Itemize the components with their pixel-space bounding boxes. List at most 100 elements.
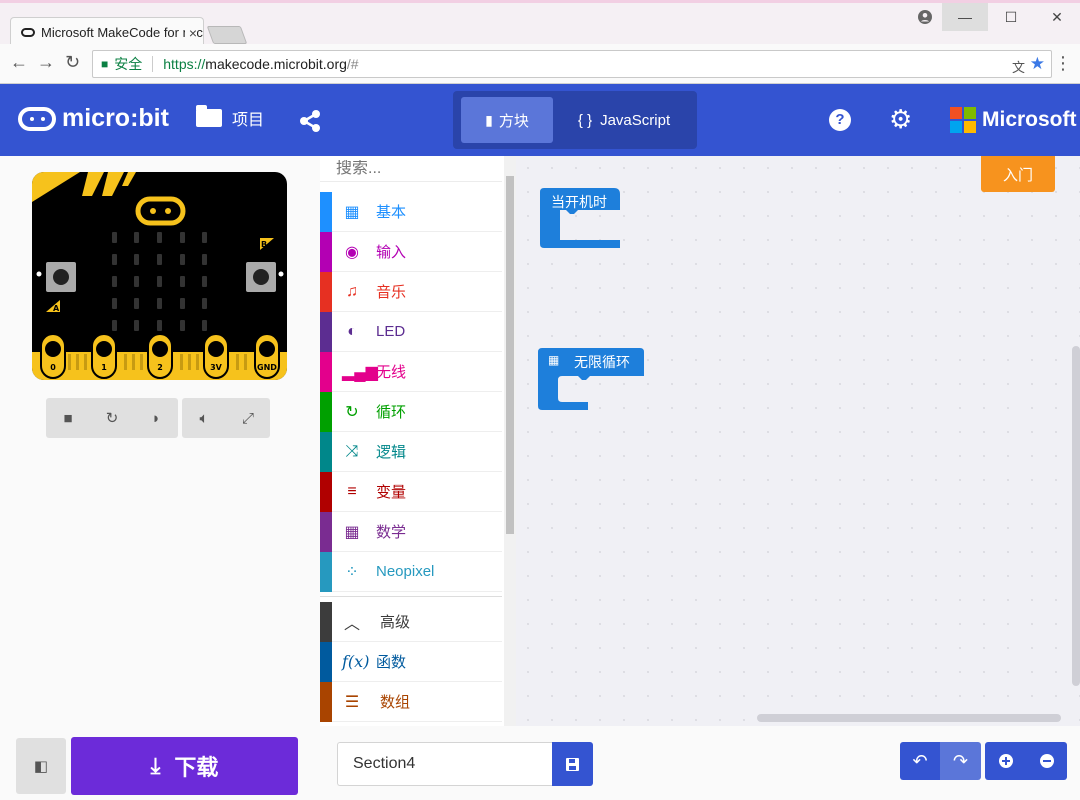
fullscreen-button[interactable]: ⤢ xyxy=(234,404,262,432)
on-start-block[interactable]: 当开机时 xyxy=(540,188,624,255)
tab-blocks[interactable]: ▮ 方块 xyxy=(461,97,553,143)
plus-circle-icon xyxy=(998,754,1013,768)
save-button[interactable] xyxy=(552,742,593,786)
dotted-ring-icon: ⁘ xyxy=(345,563,359,581)
microbit-logo[interactable]: micro:bit xyxy=(18,104,169,133)
category-basic[interactable]: ▦ 基本 xyxy=(320,192,502,232)
category-radio[interactable]: ▂▄▆ 无线 xyxy=(320,352,502,392)
microbit-board-drawing: A B 0 1 2 3V GND xyxy=(32,172,287,380)
browser-tab-title: Microsoft MakeCode for micro:bit xyxy=(41,25,203,40)
redo-button[interactable]: ↷ xyxy=(940,742,981,780)
refresh-icon: ↻ xyxy=(345,403,359,421)
minimize-button[interactable]: — xyxy=(942,3,988,31)
new-tab-button[interactable] xyxy=(206,26,248,44)
category-music[interactable]: ♫ 音乐 xyxy=(320,272,502,312)
category-logic[interactable]: ⤨ 逻辑 xyxy=(320,432,502,472)
restart-button[interactable]: ↻ xyxy=(98,404,126,432)
microbit-logo-icon xyxy=(18,106,56,131)
calculator-icon: ▦ xyxy=(344,523,360,541)
blocks-workspace[interactable]: 入门 当开机时 ▦ 无限循环 xyxy=(516,156,1080,726)
help-icon[interactable]: ? xyxy=(829,109,851,131)
search-input[interactable] xyxy=(320,159,516,178)
mute-button[interactable]: 🔈︎ xyxy=(190,404,218,432)
zoom-in-button[interactable] xyxy=(985,742,1026,780)
projects-label: 项目 xyxy=(232,112,265,129)
project-name-group xyxy=(337,742,593,786)
reload-icon[interactable]: ↻ xyxy=(65,52,80,73)
tab-javascript[interactable]: { } JavaScript xyxy=(559,97,689,143)
undo-button[interactable]: ↶ xyxy=(900,742,940,780)
editor-footer: ◧ ⤓ 下载 ↶ ↷ xyxy=(0,726,1080,800)
toolbox-scrollbar[interactable] xyxy=(504,156,516,726)
braces-icon: { } xyxy=(577,111,593,129)
editor-view-switch: ▮ 方块 { } JavaScript xyxy=(453,91,697,149)
browser-menu-icon[interactable]: ⋮ xyxy=(1054,53,1072,74)
puzzle-piece-icon: ▮ xyxy=(485,111,493,128)
toolbox-divider xyxy=(320,596,502,600)
download-button[interactable]: ⤓ 下载 xyxy=(71,737,298,795)
toolbox-scroll-thumb[interactable] xyxy=(506,176,514,534)
grid-icon: ▦ xyxy=(548,353,560,367)
snail-icon: ◗ xyxy=(151,409,161,427)
user-profile-icon[interactable] xyxy=(908,3,942,31)
url-host: makecode.microbit.org xyxy=(205,56,347,72)
zoom-out-button[interactable] xyxy=(1026,742,1067,780)
folder-icon xyxy=(196,105,222,127)
url-omnibox[interactable]: ■ 安全 https:// makecode.microbit.org /# 文… xyxy=(92,50,1052,78)
microsoft-squares-icon xyxy=(950,107,976,133)
window-controls: — ☐ ✕ xyxy=(908,3,1080,31)
category-input[interactable]: ◉ 输入 xyxy=(320,232,502,272)
share-icon[interactable] xyxy=(298,109,322,133)
numbered-list-icon: ☰ xyxy=(344,693,360,711)
category-led[interactable]: ◐ LED xyxy=(320,312,502,352)
tab-blocks-label: 方块 xyxy=(498,112,529,130)
category-variables[interactable]: ≡ 变量 xyxy=(320,472,502,512)
category-neopixel[interactable]: ⁘ Neopixel xyxy=(320,552,502,592)
bookmark-star-icon[interactable]: ★ xyxy=(1030,54,1045,74)
expand-icon: ⤢ xyxy=(241,409,254,427)
category-advanced[interactable]: ︿ 高级 xyxy=(320,602,502,642)
toggle-icon: ◐ xyxy=(347,322,357,340)
collapse-simulator-button[interactable]: ◧ xyxy=(16,738,66,794)
forever-block[interactable]: ▦ 无限循环 xyxy=(538,348,644,417)
button-b-label: B xyxy=(261,240,267,249)
back-arrow-icon[interactable]: ← xyxy=(10,52,28,73)
workspace-horizontal-scrollbar[interactable] xyxy=(757,714,1061,722)
forward-arrow-icon[interactable]: → xyxy=(37,52,55,73)
stop-button[interactable]: ■ xyxy=(54,404,82,432)
category-arrays[interactable]: ☰ 数组 xyxy=(320,682,502,722)
projects-button[interactable]: 项目 xyxy=(196,105,265,130)
category-loops[interactable]: ↻ 循环 xyxy=(320,392,502,432)
download-label: 下载 xyxy=(174,755,219,780)
maximize-button[interactable]: ☐ xyxy=(988,3,1034,31)
floppy-disk-icon xyxy=(566,757,579,771)
simulator-toolbar: ■ ↻ ◗ 🔈︎ ⤢ xyxy=(46,398,270,438)
category-functions[interactable]: f(x) 函数 xyxy=(320,642,502,682)
microbit-board[interactable]: A B 0 1 2 3V GND xyxy=(32,172,287,380)
browser-tab[interactable]: Microsoft MakeCode for micro:bit × xyxy=(10,17,204,47)
forever-label: 无限循环 xyxy=(574,354,630,370)
project-name-input[interactable] xyxy=(337,742,552,786)
slow-mode-button[interactable]: ◗ xyxy=(142,404,170,432)
headphones-icon: ♫ xyxy=(346,282,358,300)
lock-icon: ■ xyxy=(101,57,109,71)
getting-started-button[interactable]: 入门 xyxy=(981,156,1055,192)
function-icon: f(x) xyxy=(342,652,370,671)
translate-icon[interactable]: 文 xyxy=(1012,57,1025,76)
window-close-button[interactable]: ✕ xyxy=(1034,3,1080,31)
url-scheme: https:// xyxy=(163,56,206,72)
url-path: /# xyxy=(346,56,359,72)
workspace-vertical-scrollbar[interactable] xyxy=(1072,346,1080,686)
button-a-label: A xyxy=(53,304,60,313)
stop-icon: ■ xyxy=(63,409,73,427)
microsoft-logo[interactable]: Microsoft xyxy=(950,107,1077,133)
undo-redo-group: ↶ ↷ xyxy=(900,742,981,780)
pin-gnd-label: GND xyxy=(257,363,277,372)
makecode-header: micro:bit 项目 ▮ 方块 { } JavaScript ? ⚙ Mic… xyxy=(0,84,1080,156)
target-icon: ◉ xyxy=(345,243,359,261)
zoom-controls xyxy=(985,742,1067,780)
gear-icon[interactable]: ⚙ xyxy=(889,106,912,132)
category-math[interactable]: ▦ 数学 xyxy=(320,512,502,552)
tab-close-icon[interactable]: × xyxy=(184,25,197,41)
address-bar-row: ← → ↻ ■ 安全 https:// makecode.microbit.or… xyxy=(0,44,1080,84)
